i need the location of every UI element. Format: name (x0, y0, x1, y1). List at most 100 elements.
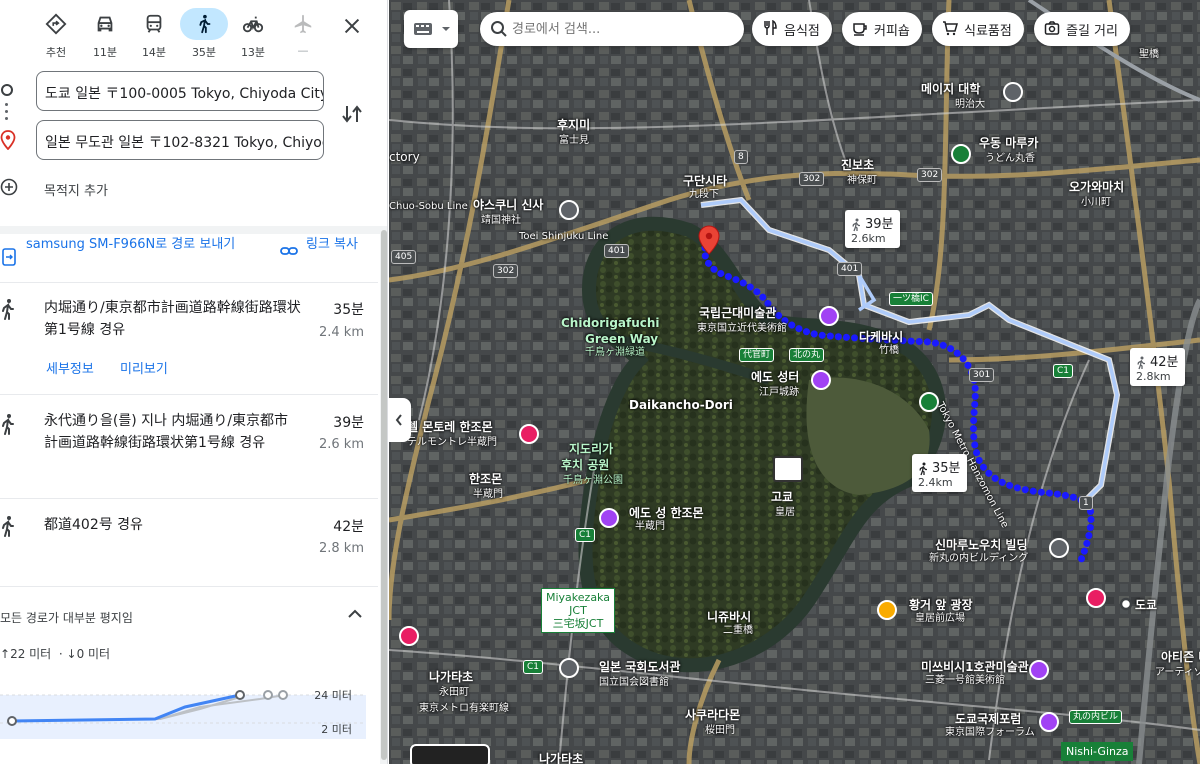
map-label: Daikancho-Dori (629, 398, 733, 412)
mode-best-route[interactable]: 추천 (31, 8, 81, 60)
landmark-poi-icon[interactable] (811, 370, 831, 390)
map-label: 신마루노우치 빌딩 (935, 538, 1028, 552)
route-label-time: 35분 (932, 461, 961, 476)
copy-link-button[interactable]: 링크 복사 (306, 236, 366, 254)
route-duration: 42분 (333, 519, 364, 535)
swap-origin-destination-icon[interactable] (338, 100, 366, 128)
highway-ic-label: 丸の内ビル (1069, 710, 1123, 724)
mode-driving[interactable]: 11분 (80, 8, 130, 60)
map-label: 일본 국회도서관 (599, 660, 681, 674)
building-poi-icon[interactable] (1049, 538, 1069, 558)
landmark-poi-icon[interactable] (599, 508, 619, 528)
search-icon (491, 21, 507, 37)
chip-things-to-do[interactable]: 즐길 거리 (1034, 12, 1130, 46)
train-icon (130, 8, 178, 40)
plaza-poi-icon[interactable] (877, 600, 897, 620)
route-via-text: 内堀通り/東京都市計画道路幹線街路環状第1号線 경유 (44, 300, 301, 338)
venue-poi-icon[interactable] (1039, 712, 1059, 732)
camera-icon (1044, 21, 1060, 35)
elevation-min-label: 2 미터 (321, 723, 352, 736)
send-to-device-link[interactable]: samsung SM-F966N로 경로 보내기 (26, 236, 256, 254)
map-canvas[interactable]: 8 302 302 401 401 302 405 301 1 C1 C1 C1… (389, 0, 1200, 764)
share-row: samsung SM-F966N로 경로 보내기 링크 복사 (0, 234, 387, 282)
mode-transit[interactable]: 14분 (129, 8, 179, 60)
route-option-2[interactable]: 永代通り을(를) 지나 内堀通り/東京都市計画道路幹線街路環状第1号線 경유 3… (0, 394, 378, 498)
palace-icon[interactable] (773, 456, 803, 482)
route-label-39min[interactable]: 39분 2.6km (845, 210, 900, 248)
panel-scrollbar[interactable] (380, 228, 387, 764)
station-poi-icon[interactable] (1086, 588, 1106, 608)
preview-link[interactable]: 미리보기 (120, 362, 168, 377)
map-label: 에도 성터 (751, 370, 800, 384)
road-shield: 302 (493, 264, 519, 278)
route-option-1[interactable]: 内堀通り/東京都市計画道路幹線街路環状第1号線 경유 35분 2.4 km 세부… (0, 282, 378, 394)
origin-input[interactable]: 도쿄 일본 〒100-0005 Tokyo, Chiyoda City (36, 71, 324, 111)
museum-poi-icon[interactable] (819, 306, 839, 326)
map-label: 神保町 (847, 175, 877, 186)
shrine-poi-icon[interactable] (559, 200, 579, 220)
map-label: Green Way (585, 332, 659, 346)
route-duration: 35분 (333, 302, 364, 318)
map-label: 니쥬바시 (707, 610, 752, 624)
route-option-3[interactable]: 都道402号 경유 42분 2.8 km (0, 498, 378, 586)
mode-walking[interactable]: 35분 (179, 8, 229, 60)
route-search-input[interactable] (512, 18, 732, 40)
elevation-stats: ↑22 미터 · ↓0 미터 (0, 647, 111, 661)
map-label: 아티즌 미 (1161, 650, 1200, 664)
map-label: 도쿄 (1135, 598, 1158, 612)
chevron-up-icon[interactable] (346, 607, 364, 621)
chip-label: 즐길 거리 (1066, 24, 1118, 39)
scrollbar-thumb[interactable] (381, 230, 387, 760)
collapse-panel-button[interactable] (389, 398, 411, 442)
close-directions-button[interactable] (336, 10, 368, 42)
road-shield: C1 (1053, 364, 1074, 378)
university-poi-icon[interactable] (1003, 82, 1023, 102)
highway-ic-label: 一ツ橋IC (889, 292, 933, 306)
mode-cycling[interactable]: 13분 (228, 8, 278, 60)
input-tools-button[interactable] (404, 10, 458, 48)
route-label-35min[interactable]: 35분 2.4km (912, 454, 967, 492)
origin-marker-icon (1, 84, 13, 96)
map-label: 靖国神社 (481, 215, 521, 226)
map-label: 메이지 대학 (921, 82, 981, 96)
chip-coffee[interactable]: 커피숍 (842, 12, 922, 46)
elevation-up: 22 미터 (10, 647, 52, 661)
directions-panel: 추천 11분 14분 35분 13분 — 도쿄 일본 〒100-0005 Tok… (0, 0, 388, 764)
mode-flight[interactable]: — (278, 8, 328, 60)
route-label-time: 39분 (865, 217, 894, 232)
walk-icon (2, 516, 14, 537)
route-label-time: 42분 (1150, 355, 1179, 370)
car-icon (81, 8, 129, 40)
destination-input[interactable]: 일본 무도관 일본 〒102-8321 Tokyo, Chiyoda City (36, 120, 324, 160)
road-shield: 8 (734, 150, 748, 164)
elevation-section: 모든 경로가 대부분 평지임 ↑22 미터 · ↓0 미터 24 미터 2 미터 (0, 586, 378, 764)
map-label: 江戸城跡 (759, 387, 799, 398)
map-label: 지도리가 (569, 442, 614, 456)
map-label: Toei Shinjuku Line (519, 231, 609, 242)
road-shield: 301 (969, 368, 995, 382)
layers-thumbnail[interactable] (410, 744, 490, 764)
map-label: 桜田門 (705, 725, 735, 736)
road-shield: 401 (604, 244, 630, 258)
best-route-icon (32, 8, 80, 40)
add-destination-icon[interactable] (0, 178, 18, 196)
plane-icon (279, 8, 327, 40)
add-destination-link[interactable]: 목적지 추가 (44, 180, 108, 199)
route-via-text: 永代通り을(를) 지나 内堀通り/東京都市計画道路幹線街路環状第1号線 경유 (44, 413, 289, 451)
chip-groceries[interactable]: 식료품점 (932, 12, 1024, 46)
museum-poi-icon[interactable] (1029, 660, 1049, 680)
map-label: 皇居前広場 (915, 613, 965, 624)
route-duration: 39분 (333, 415, 364, 431)
route-label-distance: 2.8km (1136, 370, 1171, 383)
restaurant-poi-icon[interactable] (951, 144, 971, 164)
station-poi-icon[interactable] (399, 626, 419, 646)
walk-icon (1137, 356, 1145, 370)
route-search-box[interactable] (480, 12, 744, 46)
chip-restaurants[interactable]: 음식점 (752, 12, 832, 46)
map-label: 다케바시 (859, 330, 904, 344)
details-link[interactable]: 세부정보 (46, 362, 94, 377)
highway-ic-label: 代官町 (739, 348, 775, 362)
route-label-42min[interactable]: 42분 2.8km (1130, 348, 1185, 386)
hotel-poi-icon[interactable] (519, 424, 539, 444)
library-poi-icon[interactable] (559, 658, 579, 678)
